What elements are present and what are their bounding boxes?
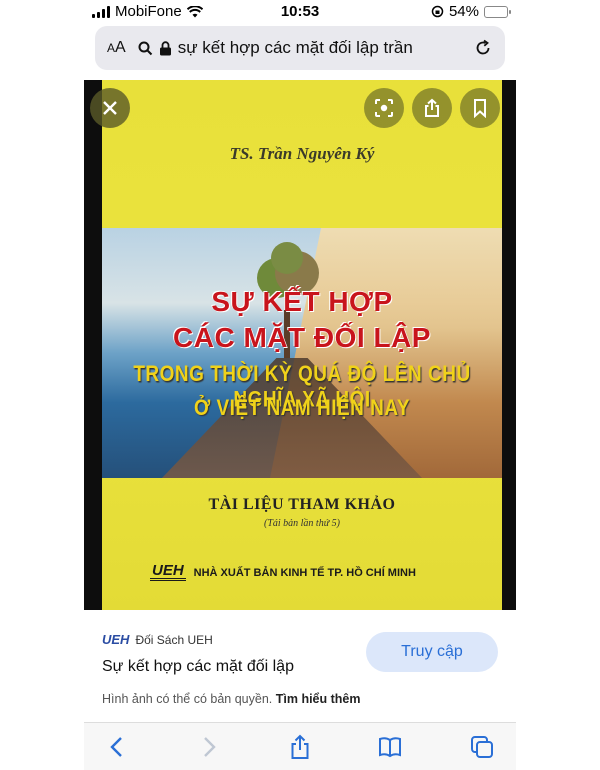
tabs-button[interactable] <box>466 731 498 763</box>
cover-publisher-row: UEH NHÀ XUẤT BẢN KINH TẾ TP. HỒ CHÍ MINH <box>150 562 416 581</box>
image-viewer: TS. Trần Nguyên Ký SỰ KẾT HỢP CÁC MẶT ĐỐ… <box>84 80 516 610</box>
book-cover-image: TS. Trần Nguyên Ký SỰ KẾT HỢP CÁC MẶT ĐỐ… <box>102 80 502 610</box>
source-row[interactable]: UEH Đối Sách UEH <box>102 632 213 647</box>
orientation-lock-icon <box>431 5 444 18</box>
visual-search-button[interactable] <box>364 88 404 128</box>
tabs-icon <box>471 736 493 758</box>
close-button[interactable] <box>90 88 130 128</box>
share-icon <box>425 98 439 117</box>
ueh-logo: UEH <box>150 562 186 581</box>
status-bar: MobiFone 10:53 54% <box>0 0 600 24</box>
lens-icon <box>375 99 393 117</box>
chevron-left-icon <box>110 737 122 757</box>
image-title[interactable]: Sự kết hợp các mặt đối lập <box>102 658 294 676</box>
lock-icon <box>159 40 171 55</box>
cover-title-line2: CÁC MẶT ĐỐI LẬP <box>173 322 431 353</box>
image-caption: UEH Đối Sách UEH Sự kết hợp các mặt đối … <box>84 610 516 722</box>
source-name[interactable]: Đối Sách UEH <box>135 633 212 647</box>
cover-author: TS. Trần Nguyên Ký <box>229 144 375 163</box>
back-button[interactable] <box>102 731 134 763</box>
bookmarks-button[interactable] <box>374 731 406 763</box>
bookmark-icon <box>474 99 486 118</box>
copyright-text: Hình ảnh có thể có bản quyền. <box>102 692 273 706</box>
share-icon <box>291 734 309 759</box>
forward-button[interactable] <box>192 731 224 763</box>
copyright-notice: Hình ảnh có thể có bản quyền. Tìm hiểu t… <box>102 692 360 706</box>
battery-icon <box>484 5 511 18</box>
bookmark-button[interactable] <box>460 88 500 128</box>
close-icon <box>103 101 117 115</box>
cover-photo: SỰ KẾT HỢP CÁC MẶT ĐỐI LẬP TRONG THỜI KỲ… <box>102 228 502 478</box>
text-size-button[interactable]: AAAA <box>107 39 126 57</box>
chevron-right-icon <box>204 737 216 757</box>
share-button[interactable] <box>284 731 316 763</box>
reload-icon[interactable] <box>473 38 493 58</box>
status-right: 54% <box>431 3 511 20</box>
visit-button[interactable]: Truy cập <box>366 632 498 672</box>
book-icon <box>379 737 401 758</box>
share-image-button[interactable] <box>412 88 452 128</box>
search-icon <box>138 41 152 55</box>
source-logo: UEH <box>102 632 130 647</box>
address-bar[interactable]: AAAA sự kết hợp các mặt đối lập trần <box>95 26 505 70</box>
learn-more-link[interactable]: Tìm hiểu thêm <box>276 692 361 706</box>
cover-subtitle-line2: Ở VIỆT NAM HIỆN NAY <box>193 396 411 421</box>
cover-edition: (Tái bản lần thứ 5) <box>263 518 340 529</box>
cover-title-line1: SỰ KẾT HỢP <box>211 286 393 317</box>
cover-publisher: NHÀ XUẤT BẢN KINH TẾ TP. HỒ CHÍ MINH <box>193 566 416 579</box>
browser-toolbar <box>84 722 516 770</box>
cover-reference-label: TÀI LIỆU THAM KHẢO <box>208 496 396 513</box>
battery-percent: 54% <box>448 3 479 20</box>
url-text[interactable]: sự kết hợp các mặt đối lập trần <box>178 38 465 58</box>
